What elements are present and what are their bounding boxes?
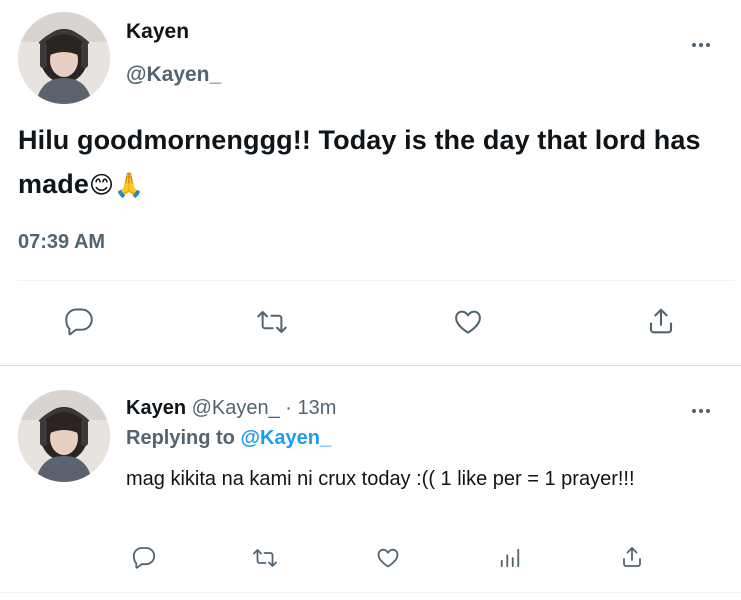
reply-text: mag kikita na kami ni crux today :(( 1 l… [126,468,635,490]
share-icon [649,308,673,334]
emoji-glyphs: 😊🙏 [88,172,145,199]
reply-share-button[interactable] [618,543,646,571]
reply-like-button[interactable] [374,545,402,571]
tweet-timestamp[interactable]: 07:39 AM [18,231,105,254]
like-icon [455,310,481,334]
tweet-text: Hilu goodmornenggg!! Today is the day th… [18,118,734,208]
retweet-button[interactable] [252,305,292,339]
analytics-icon [500,548,520,568]
author-handle[interactable]: @Kayen_ [126,63,221,87]
reply-button[interactable] [62,305,96,339]
like-icon [377,548,399,568]
reply-more-options-icon[interactable] [692,406,714,416]
share-button[interactable] [644,303,678,339]
like-button[interactable] [449,305,487,339]
divider [0,365,741,366]
retweet-icon [257,311,287,333]
share-icon [623,547,641,567]
reply-icon [65,308,93,336]
replying-to: Replying to @Kayen_ [126,427,331,450]
reply-age[interactable]: 13m [298,397,337,419]
divider [0,592,741,593]
replying-label: Replying to [126,427,235,449]
author-display-name[interactable]: Kayen [126,20,189,44]
reply-avatar[interactable] [18,390,110,482]
reply-reply-button[interactable] [130,545,158,571]
reply-header: Kayen @Kayen_ · 13m [126,397,336,420]
more-options-icon[interactable] [692,40,714,50]
retweet-icon [253,549,277,567]
reply-analytics-button[interactable] [496,545,524,571]
reply-display-name[interactable]: Kayen [126,397,186,419]
avatar[interactable] [18,12,110,104]
divider [18,280,734,281]
replying-to-handle[interactable]: @Kayen_ [240,427,331,449]
reply-retweet-button[interactable] [250,545,280,571]
separator-dot: · [285,397,292,419]
reply-handle[interactable]: @Kayen_ [192,397,280,419]
reply-icon [132,547,156,569]
